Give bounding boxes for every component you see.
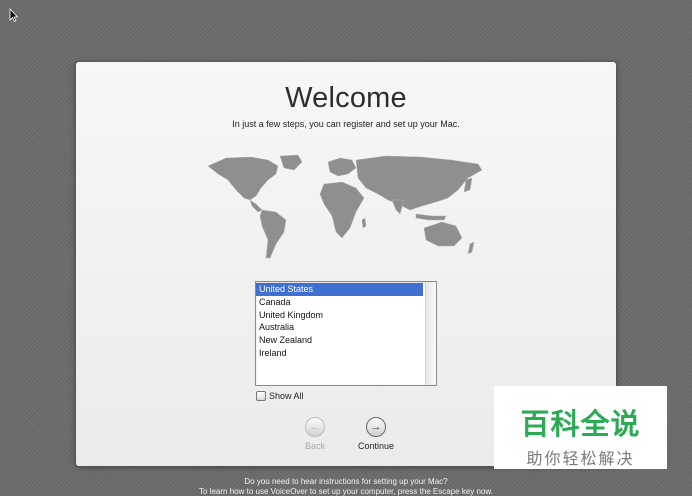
continue-button-label: Continue (357, 441, 395, 451)
page-subtitle: In just a few steps, you can register an… (232, 119, 460, 129)
show-all-checkbox[interactable]: Show All (256, 390, 304, 402)
show-all-label: Show All (269, 391, 304, 401)
watermark-main: 百科全说 (520, 407, 641, 441)
list-item[interactable]: New Zealand (256, 334, 423, 347)
continue-button[interactable]: → Continue (346, 417, 406, 451)
country-listbox[interactable]: United States Canada United Kingdom Austral… (255, 281, 437, 386)
page-title: Welcome (285, 82, 407, 114)
world-map-icon (207, 154, 483, 259)
arrow-right-icon: → (366, 417, 386, 437)
back-button[interactable]: ← Back (285, 417, 345, 451)
country-list: United States Canada United Kingdom Austral… (256, 283, 423, 360)
listbox-scrollbar[interactable] (425, 282, 436, 385)
watermark-logo: 百科全说 助你轻松解决 (494, 386, 667, 469)
list-item[interactable]: Australia (256, 321, 423, 334)
voiceover-question: Do you need to hear instructions for set… (244, 477, 448, 486)
back-button-label: Back (304, 441, 325, 451)
list-item[interactable]: Ireland (256, 347, 423, 360)
list-item[interactable]: United States (256, 283, 423, 296)
arrow-left-icon: ← (305, 417, 325, 437)
mouse-pointer-icon (9, 8, 19, 22)
list-item[interactable]: Canada (256, 296, 423, 309)
checkbox-box[interactable] (256, 391, 266, 401)
watermark-sub: 助你轻松解决 (526, 449, 635, 468)
list-item[interactable]: United Kingdom (256, 309, 423, 322)
